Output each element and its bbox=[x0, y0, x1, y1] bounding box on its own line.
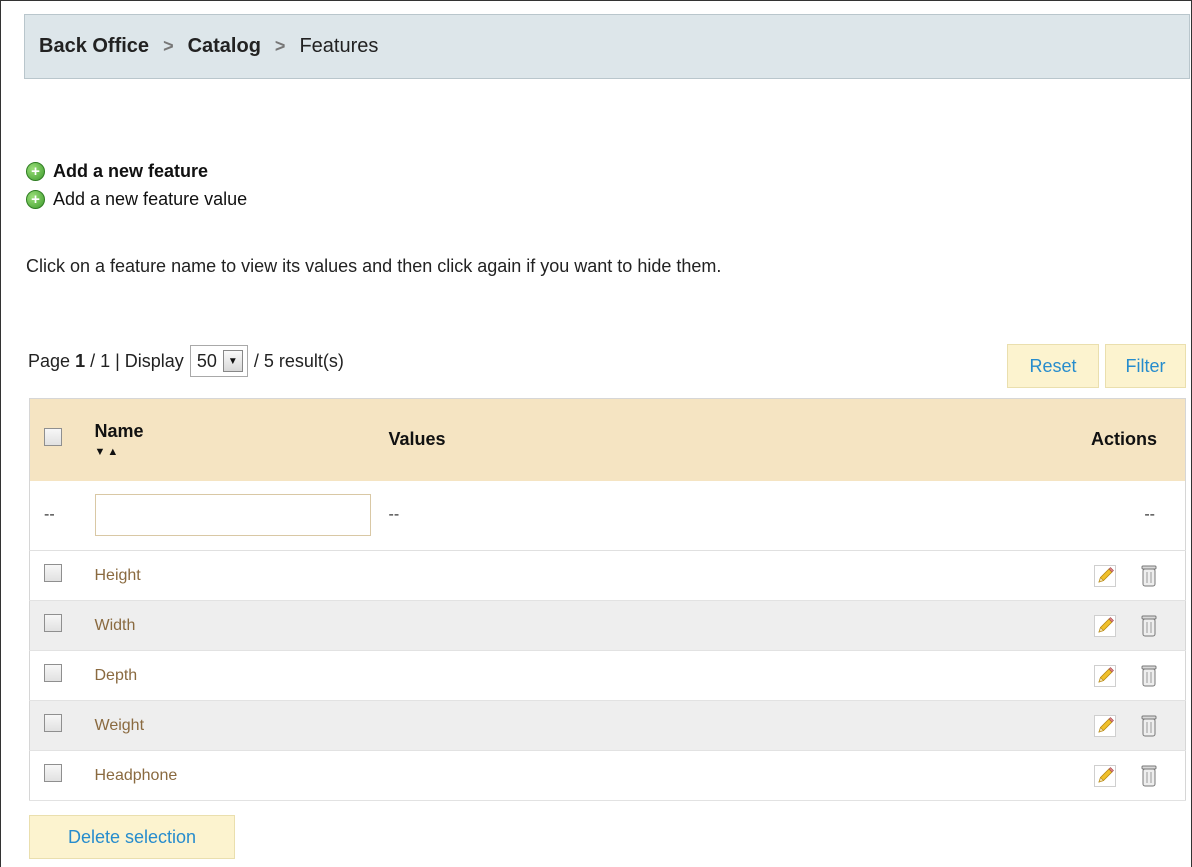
row-select-cell bbox=[30, 551, 94, 601]
row-actions-cell bbox=[692, 751, 1185, 801]
add-circle-icon: + bbox=[26, 161, 45, 181]
table-row: Weight bbox=[29, 700, 1186, 751]
feature-name-link[interactable]: Width bbox=[95, 617, 136, 634]
breadcrumb-catalog[interactable]: Catalog bbox=[188, 35, 261, 58]
filter-values-cell: -- bbox=[388, 481, 693, 551]
page-total-text: / 1 | Display bbox=[90, 350, 184, 371]
breadcrumb-features: Features bbox=[299, 35, 379, 57]
per-page-select[interactable]: 50 ▼ bbox=[189, 345, 248, 377]
row-actions-cell bbox=[692, 601, 1185, 651]
row-name-cell: Depth bbox=[94, 651, 693, 701]
add-circle-icon: + bbox=[26, 189, 45, 209]
name-header-label: Name bbox=[94, 421, 144, 442]
header-select-cell bbox=[30, 399, 94, 481]
delete-selection-button[interactable]: Delete selection bbox=[29, 815, 235, 859]
edit-pencil-icon[interactable] bbox=[1093, 664, 1117, 688]
features-table: Name ▼▲ Values Actions -- -- -- Height W… bbox=[29, 398, 1186, 801]
filter-name-cell bbox=[94, 481, 388, 551]
hint-text: Click on a feature name to view its valu… bbox=[26, 256, 722, 276]
row-select-cell bbox=[30, 751, 94, 801]
filter-actions-cell: -- bbox=[692, 481, 1185, 551]
add-feature-link[interactable]: + Add a new feature bbox=[26, 157, 247, 185]
row-checkbox[interactable] bbox=[44, 564, 62, 582]
row-select-cell bbox=[30, 701, 94, 751]
row-checkbox[interactable] bbox=[44, 664, 62, 682]
page-label: Page bbox=[28, 350, 71, 371]
actions-header-label: Actions bbox=[1090, 429, 1157, 450]
sort-arrows-icon[interactable]: ▼▲ bbox=[95, 446, 387, 458]
results-count: / 5 result(s) bbox=[253, 350, 344, 371]
add-feature-label: Add a new feature bbox=[53, 160, 209, 181]
row-name-cell: Headphone bbox=[94, 751, 693, 801]
row-checkbox[interactable] bbox=[44, 614, 62, 632]
feature-name-link[interactable]: Weight bbox=[95, 717, 145, 734]
table-row: Height bbox=[29, 551, 1186, 601]
row-checkbox[interactable] bbox=[44, 764, 62, 782]
table-header-row: Name ▼▲ Values Actions bbox=[29, 398, 1186, 481]
breadcrumb: Back Office > Catalog > Features bbox=[24, 14, 1190, 79]
filter-select-cell: -- bbox=[30, 481, 94, 551]
breadcrumb-separator-icon: > bbox=[274, 36, 286, 56]
row-name-cell: Width bbox=[94, 601, 693, 651]
trash-icon[interactable] bbox=[1139, 664, 1159, 688]
row-actions-cell bbox=[692, 551, 1185, 601]
table-row: Width bbox=[29, 600, 1186, 651]
pagination: Page 1 / 1 | Display 50 ▼ / 5 result(s) bbox=[28, 345, 344, 377]
filter-button[interactable]: Filter bbox=[1105, 344, 1186, 388]
feature-name-link[interactable]: Headphone bbox=[95, 767, 178, 784]
breadcrumb-back-office[interactable]: Back Office bbox=[39, 35, 149, 58]
add-feature-value-link[interactable]: + Add a new feature value bbox=[26, 185, 247, 213]
values-header-label: Values bbox=[388, 429, 446, 450]
row-name-cell: Weight bbox=[94, 701, 693, 751]
row-select-cell bbox=[30, 651, 94, 701]
row-actions-cell bbox=[692, 651, 1185, 701]
trash-icon[interactable] bbox=[1139, 714, 1159, 738]
feature-name-link[interactable]: Depth bbox=[95, 667, 138, 684]
per-page-value: 50 bbox=[196, 350, 217, 371]
table-row: Headphone bbox=[29, 751, 1186, 801]
breadcrumb-separator-icon: > bbox=[163, 36, 174, 56]
edit-pencil-icon[interactable] bbox=[1093, 614, 1117, 638]
row-name-cell: Height bbox=[94, 551, 693, 601]
header-actions: Actions bbox=[692, 399, 1185, 481]
filter-dash: -- bbox=[388, 506, 400, 524]
select-all-checkbox[interactable] bbox=[44, 428, 62, 447]
feature-name-link[interactable]: Height bbox=[95, 567, 141, 584]
row-checkbox[interactable] bbox=[44, 714, 62, 732]
reset-button[interactable]: Reset bbox=[1007, 344, 1099, 388]
trash-icon[interactable] bbox=[1139, 614, 1159, 638]
chevron-down-icon[interactable]: ▼ bbox=[222, 350, 243, 372]
filter-row: -- -- -- bbox=[29, 480, 1186, 551]
header-values: Values bbox=[388, 399, 693, 481]
action-links: + Add a new feature + Add a new feature … bbox=[26, 157, 247, 213]
trash-icon[interactable] bbox=[1139, 564, 1159, 588]
add-feature-value-label: Add a new feature value bbox=[53, 188, 248, 209]
row-actions-cell bbox=[692, 701, 1185, 751]
table-row: Depth bbox=[29, 651, 1186, 701]
trash-icon[interactable] bbox=[1139, 764, 1159, 788]
name-filter-input[interactable] bbox=[94, 494, 371, 537]
filter-dash: -- bbox=[44, 506, 55, 524]
filter-dash: -- bbox=[1144, 506, 1155, 524]
edit-pencil-icon[interactable] bbox=[1093, 764, 1117, 788]
header-name: Name ▼▲ bbox=[94, 399, 388, 481]
current-page: 1 bbox=[75, 350, 86, 371]
row-select-cell bbox=[30, 601, 94, 651]
edit-pencil-icon[interactable] bbox=[1093, 714, 1117, 738]
edit-pencil-icon[interactable] bbox=[1093, 564, 1117, 588]
